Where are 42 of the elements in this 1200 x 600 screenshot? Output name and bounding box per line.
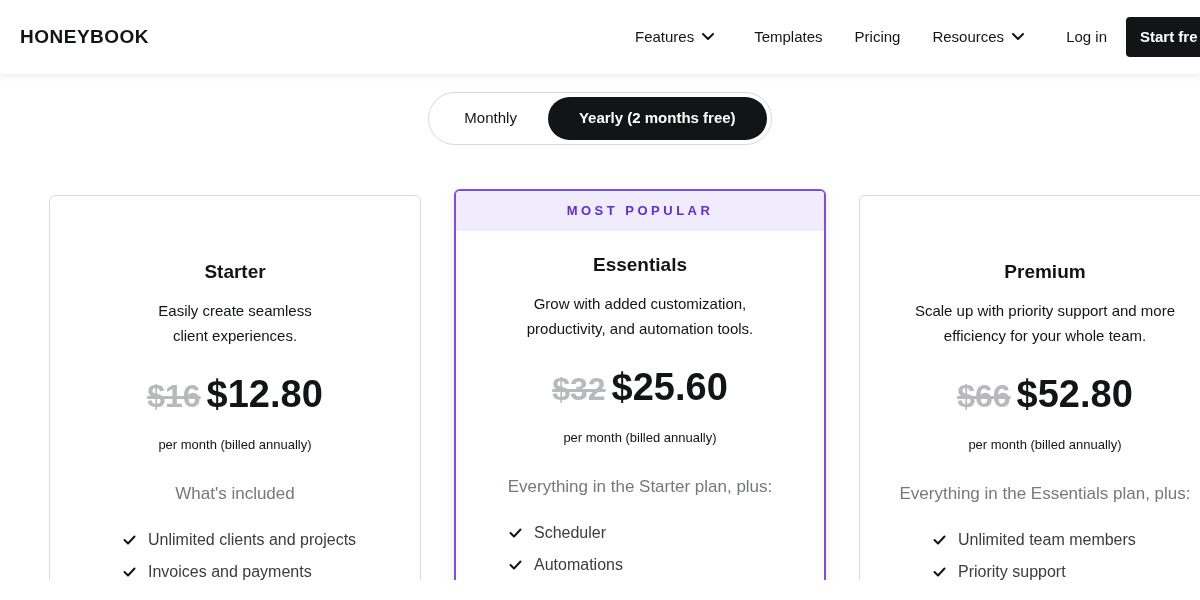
nav-link[interactable]: Pricing: [854, 25, 901, 49]
price-note: per month (billed annually): [157, 436, 313, 454]
chevron-down-icon: [1012, 33, 1025, 41]
old-price: $32: [552, 370, 606, 409]
plan-description: Grow with added customization, productivity, and automation tools.: [525, 294, 755, 339]
check-icon: [509, 528, 522, 538]
check-icon: [509, 560, 522, 570]
chevron-down-icon: [702, 33, 715, 41]
check-icon: [123, 535, 136, 545]
logo[interactable]: HONEYBOOK: [20, 22, 150, 52]
feature-item: Unlimited clients and projects: [148, 530, 357, 550]
features-heading: Everything in the Starter plan, plus:: [506, 475, 774, 498]
plan-description: Easily create seamless client experiences.: [157, 301, 313, 346]
feature-item: Automations: [534, 555, 623, 575]
feature-item: Unlimited team members: [958, 530, 1136, 550]
features-heading: What's included: [174, 482, 296, 505]
nav-link[interactable]: Features: [635, 25, 715, 49]
billing-option[interactable]: Yearly (2 months free): [547, 97, 767, 140]
feature-item: Scheduler: [534, 523, 607, 543]
login-link[interactable]: Log in: [1066, 25, 1107, 49]
nav-link[interactable]: Resources: [932, 25, 1025, 49]
feature-item: Priority support: [958, 562, 1066, 580]
price: $52.80: [1016, 372, 1133, 417]
billing-option[interactable]: Monthly: [433, 97, 548, 140]
start-button[interactable]: Start fre: [1126, 16, 1200, 58]
check-icon: [933, 535, 946, 545]
old-price: $16: [147, 377, 201, 416]
plan-name: Essentials: [592, 252, 688, 277]
plan-name: Premium: [1003, 259, 1087, 284]
features-heading: Everything in the Essentials plan, plus:: [898, 482, 1192, 505]
check-icon: [123, 567, 136, 577]
plan-name: Starter: [203, 259, 267, 284]
feature-item: Invoices and payments: [148, 562, 312, 580]
popular-badge: MOST POPULAR: [456, 190, 824, 231]
price: $12.80: [206, 372, 323, 417]
price-note: per month (billed annually): [562, 429, 718, 447]
price: $25.60: [611, 365, 728, 410]
check-icon: [933, 567, 946, 577]
old-price: $66: [957, 377, 1011, 416]
nav-link[interactable]: Templates: [754, 25, 823, 49]
price-note: per month (billed annually): [967, 436, 1123, 454]
plan-description: Scale up with priority support and more efficiency for your whole team.: [913, 301, 1177, 346]
